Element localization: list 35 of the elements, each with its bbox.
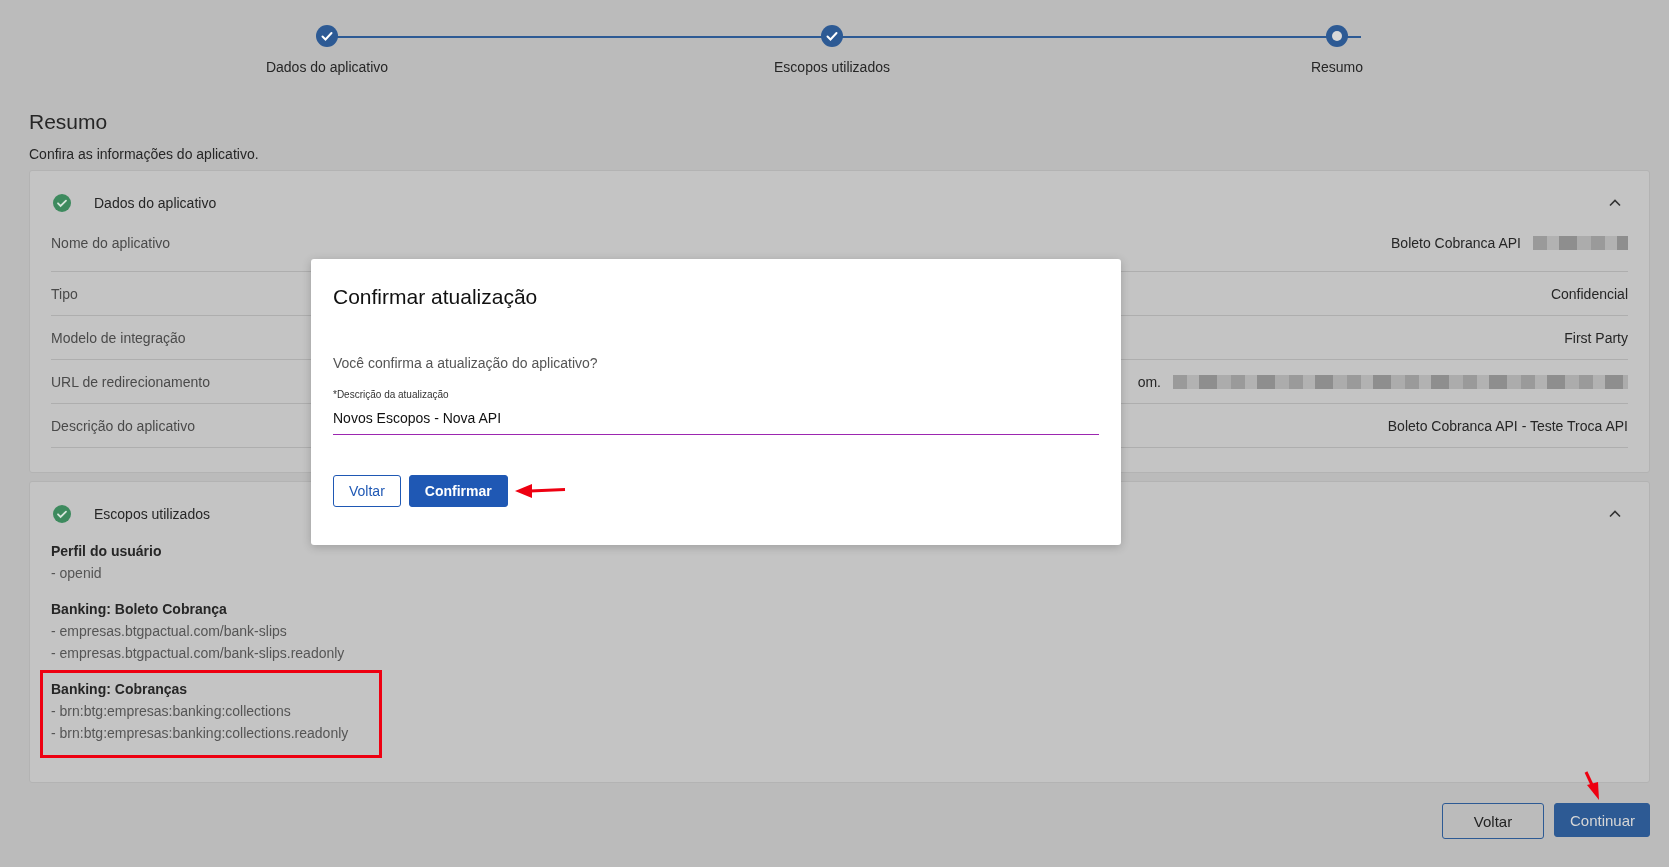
section-title: Dados do aplicativo (94, 195, 218, 211)
step-label: Dados do aplicativo (265, 59, 389, 75)
section-title: Escopos utilizados (94, 506, 211, 522)
field-value: Boleto Cobranca API - Teste Troca API (1387, 417, 1628, 434)
scope-item: - brn:btg:empresas:banking:collections.readonly (51, 724, 350, 743)
back-button[interactable]: Voltar (1442, 803, 1544, 839)
description-field[interactable]: Novos Escopos - Nova API (333, 400, 1099, 435)
field-label: Modelo de integração (51, 329, 186, 346)
chevron-icon[interactable] (1608, 509, 1622, 519)
field-value: First Party (1564, 329, 1628, 346)
field-label: Nome do aplicativo (51, 235, 171, 251)
page-title: Resumo (29, 110, 109, 134)
chevron-icon[interactable] (1608, 198, 1622, 208)
scope-item: - openid (51, 564, 103, 583)
scope-item: - empresas.btgpactual.com/bank-slips (51, 622, 288, 641)
continue-button[interactable]: Continuar (1554, 803, 1650, 837)
field-value: Confidencial (1550, 285, 1628, 302)
field-label: Tipo (51, 285, 78, 302)
scope-group-title: Perfil do usuário (51, 542, 163, 561)
scope-item: - brn:btg:empresas:banking:collections (51, 702, 292, 721)
scope-group-title: Banking: Boleto Cobrança (51, 600, 228, 619)
step-label: Resumo (1310, 59, 1364, 75)
scope-group-title: Banking: Cobranças (51, 680, 189, 699)
confirm-button[interactable]: Confirmar (408, 475, 508, 507)
dialog-message: Você confirma a atualização do aplicativo? (333, 355, 599, 371)
dialog-title: Confirmar atualização (333, 285, 539, 309)
scope-item: - empresas.btgpactual.com/bank-slips.readonly (51, 644, 346, 663)
field-value: om. (1137, 373, 1161, 390)
step-label: Escopos utilizados (774, 59, 890, 75)
field-value: Boleto Cobranca API (1391, 235, 1521, 251)
field-label: URL de redirecionamento (51, 373, 210, 390)
page-subtitle: Confira as informações do aplicativo. (29, 146, 260, 162)
field-label: *Descrição da atualização (333, 389, 450, 400)
field-label: Descrição do aplicativo (51, 417, 195, 434)
back-button[interactable]: Voltar (333, 475, 401, 507)
